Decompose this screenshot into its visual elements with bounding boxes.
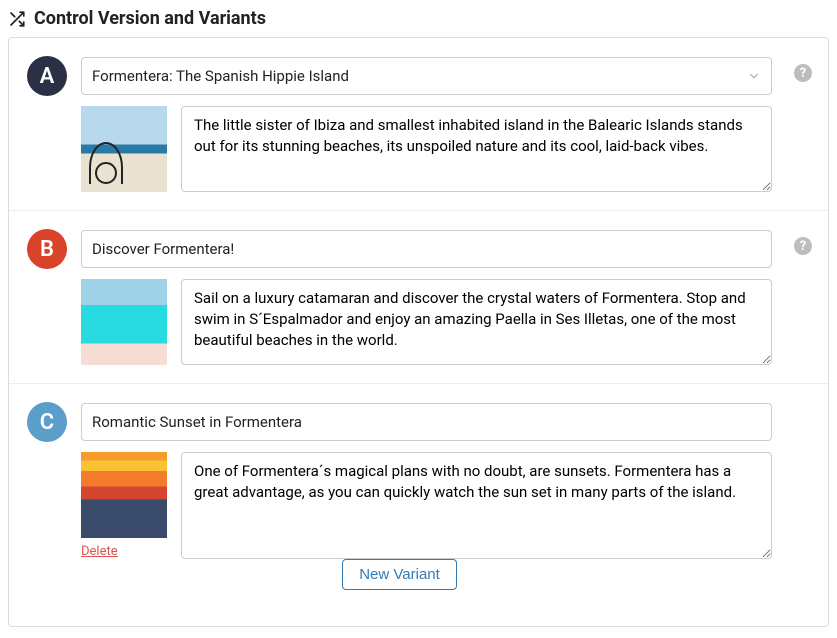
turquoise-water-thumb[interactable] [81, 279, 167, 365]
variant-title-text: Formentera: The Spanish Hippie Island [92, 67, 349, 85]
variant-title-input[interactable] [81, 230, 772, 268]
section-title: Control Version and Variants [34, 8, 266, 29]
chevron-down-icon [747, 69, 761, 83]
beach-bicycle-thumb[interactable] [81, 106, 167, 192]
variant-row: C Delete New Variant [9, 383, 828, 626]
variant-row: ? A Formentera: The Spanish Hippie Islan… [9, 38, 828, 210]
variant-badge: B [27, 229, 67, 269]
help-icon[interactable]: ? [794, 64, 812, 82]
variant-badge: A [27, 56, 67, 96]
new-variant-button[interactable]: New Variant [342, 559, 457, 590]
variant-description[interactable] [181, 452, 772, 559]
variants-container: ? A Formentera: The Spanish Hippie Islan… [8, 37, 829, 627]
variant-title-input[interactable] [81, 403, 772, 441]
variant-title-select[interactable]: Formentera: The Spanish Hippie Island [81, 57, 772, 95]
shuffle-icon [8, 10, 26, 28]
section-header: Control Version and Variants [8, 8, 829, 37]
sunset-thumb[interactable] [81, 452, 167, 538]
variant-description[interactable] [181, 106, 772, 192]
variant-row: ? B [9, 210, 828, 383]
variant-badge: C [27, 402, 67, 442]
help-icon[interactable]: ? [794, 237, 812, 255]
delete-link[interactable]: Delete [81, 544, 167, 559]
variant-description[interactable] [181, 279, 772, 365]
